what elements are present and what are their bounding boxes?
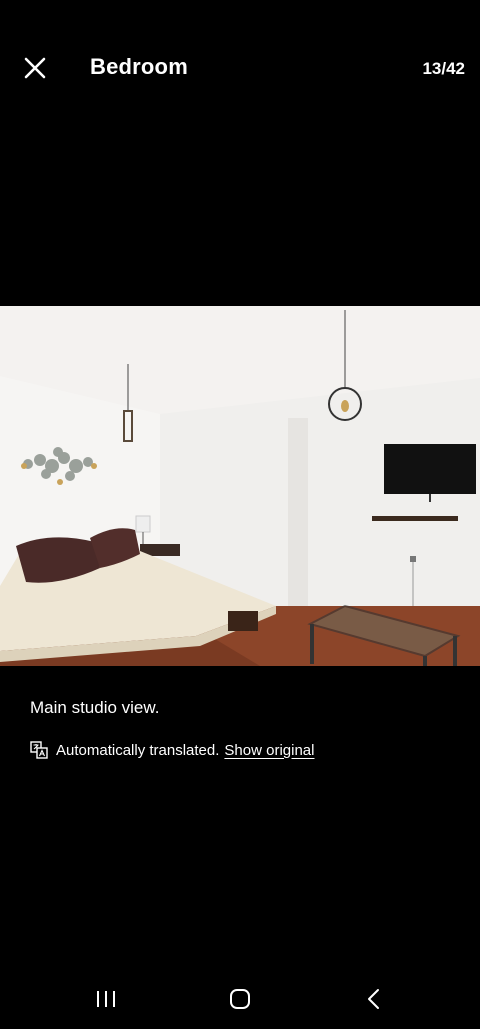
home-button[interactable] [220, 979, 260, 1019]
top-bar: Bedroom 13/42 [0, 0, 480, 140]
recent-apps-icon [97, 991, 115, 1007]
translate-icon [30, 741, 48, 759]
close-icon [24, 57, 46, 79]
room-photo[interactable] [0, 306, 480, 666]
translation-notice: Automatically translated. Show original [30, 739, 314, 761]
photo-caption: Main studio view. [30, 698, 160, 717]
page-title: Bedroom [90, 54, 188, 79]
back-button[interactable] [354, 979, 394, 1019]
home-icon [230, 989, 250, 1009]
show-original-link[interactable]: Show original [224, 742, 314, 759]
recent-apps-button[interactable] [86, 979, 126, 1019]
room-photo-image [0, 306, 480, 666]
back-icon [368, 989, 379, 1009]
system-nav-bar [0, 965, 480, 1029]
close-button[interactable] [20, 53, 50, 83]
photo-counter: 13/42 [422, 59, 465, 78]
translated-label: Automatically translated. [56, 741, 220, 759]
